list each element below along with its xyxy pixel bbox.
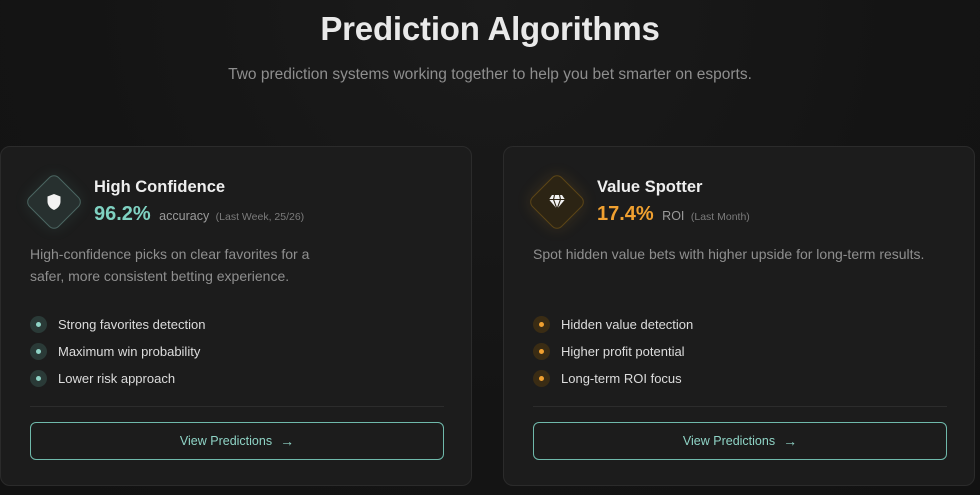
list-item: Hidden value detection bbox=[533, 311, 693, 338]
metric-label: ROI bbox=[662, 209, 685, 223]
metric-value: 17.4% bbox=[597, 203, 654, 225]
feature-label: Hidden value detection bbox=[561, 317, 694, 332]
card-metric: 17.4% ROI (Last Month) bbox=[597, 203, 750, 226]
page-title: Prediction Algorithms bbox=[320, 10, 660, 47]
button-label: View Predictions bbox=[682, 434, 776, 448]
metric-label: accuracy bbox=[159, 209, 210, 223]
card-description: Spot hidden value bets with higher upsid… bbox=[533, 246, 925, 262]
card-title: High Confidence bbox=[94, 178, 226, 196]
feature-list: Strong favorites detection Maximum win p… bbox=[30, 311, 205, 392]
feature-label: Lower risk approach bbox=[58, 371, 176, 386]
card-metric: 96.2% accuracy (Last Week, 25/26) bbox=[94, 203, 304, 226]
list-item: Higher profit potential bbox=[533, 338, 693, 365]
metric-note: (Last Week, 25/26) bbox=[215, 211, 305, 223]
divider bbox=[30, 406, 444, 407]
feature-list: Hidden value detection Higher profit pot… bbox=[533, 311, 693, 392]
bullet-icon bbox=[30, 316, 47, 333]
view-predictions-button[interactable]: View Predictions → bbox=[30, 422, 444, 460]
divider bbox=[533, 406, 947, 407]
high-confidence-card: High Confidence 96.2% accuracy (Last Wee… bbox=[0, 146, 472, 486]
value-spotter-card: Value Spotter 17.4% ROI (Last Month) Spo… bbox=[503, 146, 975, 486]
list-item: Long-term ROI focus bbox=[533, 365, 693, 392]
feature-label: Maximum win probability bbox=[58, 344, 201, 359]
card-badge bbox=[24, 172, 84, 232]
arrow-right-icon: → bbox=[280, 433, 295, 449]
list-item: Lower risk approach bbox=[30, 365, 205, 392]
bullet-icon bbox=[533, 316, 550, 333]
page: Prediction Algorithms Two prediction sys… bbox=[0, 0, 980, 495]
feature-label: Strong favorites detection bbox=[58, 317, 206, 332]
metric-value: 96.2% bbox=[94, 203, 151, 225]
button-label: View Predictions bbox=[179, 434, 273, 448]
gem-icon bbox=[534, 179, 580, 225]
feature-label: Higher profit potential bbox=[561, 344, 685, 359]
bullet-icon bbox=[533, 343, 550, 360]
view-predictions-button[interactable]: View Predictions → bbox=[533, 422, 947, 460]
bullet-icon bbox=[30, 343, 47, 360]
feature-label: Long-term ROI focus bbox=[561, 371, 682, 386]
shield-icon bbox=[31, 179, 77, 225]
bullet-icon bbox=[533, 370, 550, 387]
bullet-icon bbox=[30, 370, 47, 387]
arrow-right-icon: → bbox=[783, 433, 798, 449]
metric-note: (Last Month) bbox=[690, 211, 750, 223]
card-title: Value Spotter bbox=[597, 178, 703, 196]
list-item: Maximum win probability bbox=[30, 338, 205, 365]
card-badge bbox=[527, 172, 587, 232]
list-item: Strong favorites detection bbox=[30, 311, 205, 338]
card-description: High-confidence picks on clear favorites… bbox=[30, 246, 310, 284]
page-subtitle: Two prediction systems working together … bbox=[228, 66, 752, 83]
